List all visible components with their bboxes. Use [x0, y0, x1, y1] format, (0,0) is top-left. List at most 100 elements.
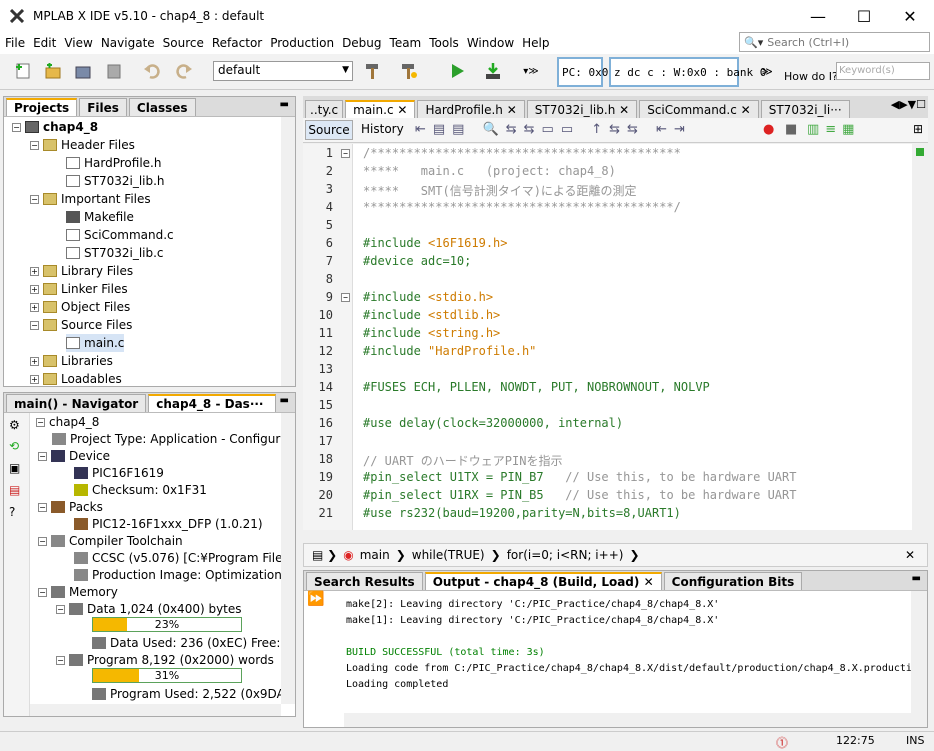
close-tab-icon[interactable]: ✕ [397, 103, 407, 117]
open-project-icon[interactable] [72, 60, 94, 82]
dash-compiler[interactable]: − Compiler Toolchain [38, 532, 183, 550]
minimize-panel-icon[interactable]: ▬ [912, 573, 921, 584]
clean-build-icon[interactable] [398, 60, 420, 82]
dash-project[interactable]: − chap4_8 [36, 413, 99, 431]
fold-icon[interactable]: − [341, 293, 350, 302]
navigator-hscrollbar[interactable] [30, 704, 281, 716]
close-tab-icon[interactable]: ✕ [619, 103, 629, 117]
collapse-icon[interactable]: − [56, 655, 65, 665]
tree-item-st7032i-lib-h[interactable]: ST7032i_lib.h [66, 172, 165, 190]
history-tab[interactable]: History [361, 120, 404, 140]
expand-icon[interactable]: + [30, 374, 39, 384]
chart-tool-icons[interactable]: ▥≡▦ [807, 122, 860, 137]
menu-production[interactable]: Production [266, 36, 338, 50]
collapse-icon[interactable]: − [30, 194, 39, 204]
editor-scrollbar[interactable] [912, 144, 928, 530]
output-scrollbar[interactable] [911, 591, 927, 727]
keywords-input[interactable]: Keyword(s) [836, 62, 930, 80]
dash-memory[interactable]: − Memory [38, 583, 118, 601]
menu-team[interactable]: Team [386, 36, 426, 50]
menu-help[interactable]: Help [518, 36, 553, 50]
configuration-select[interactable]: default ▼ [213, 61, 353, 81]
breadcrumb-while[interactable]: while(TRUE) [412, 548, 485, 562]
tab-classes[interactable]: Classes [128, 98, 196, 116]
breadcrumb-main[interactable]: main [360, 548, 390, 562]
code-editor[interactable]: 1 /**************************************… [303, 144, 928, 530]
tree-item-linker-files[interactable]: + Linker Files [30, 280, 128, 298]
settings-icon[interactable]: ⚙ [9, 418, 20, 432]
tree-item-header-files[interactable]: − Header Files [30, 136, 135, 154]
collapse-icon[interactable]: − [38, 451, 47, 461]
more-icon[interactable]: ▾≫ [520, 60, 542, 82]
source-tab[interactable]: Source [305, 120, 353, 140]
dash-packs[interactable]: − Packs [38, 498, 103, 516]
collapse-icon[interactable]: − [30, 320, 39, 330]
run-icon[interactable] [446, 60, 468, 82]
tree-item-project[interactable]: − chap4_8 [12, 118, 98, 136]
tree-item-library-files[interactable]: + Library Files [30, 262, 133, 280]
record-macro-icon[interactable]: ● [763, 122, 774, 137]
menu-source[interactable]: Source [159, 36, 208, 50]
tree-item-source-files[interactable]: − Source Files [30, 316, 132, 334]
breadcrumb-for[interactable]: for(i=0; i<RN; i++) [507, 548, 624, 562]
tree-item-st7032i-lib-c[interactable]: ST7032i_lib.c [66, 244, 164, 262]
tab-navigator[interactable]: main() - Navigator [6, 394, 147, 412]
projects-scrollbar[interactable] [281, 117, 295, 386]
build-hammer-icon[interactable] [362, 60, 384, 82]
expand-icon[interactable]: + [30, 302, 39, 312]
menu-debug[interactable]: Debug [338, 36, 385, 50]
tab-configuration-bits[interactable]: Configuration Bits [663, 572, 803, 590]
new-file-icon[interactable] [12, 60, 34, 82]
pdf-icon[interactable]: ▤ [9, 483, 20, 497]
redo-icon[interactable] [173, 60, 195, 82]
editor-tab-st7032i-lib-h[interactable]: ST7032i_lib.h ✕ [526, 100, 638, 118]
tab-files[interactable]: Files [79, 98, 127, 116]
dash-data-memory[interactable]: − Data 1,024 (0x400) bytes [56, 600, 242, 618]
menu-refactor[interactable]: Refactor [208, 36, 266, 50]
chip-icon[interactable]: ▣ [9, 461, 20, 475]
editor-tab-hardprofile-h[interactable]: HardProfile.h ✕ [417, 100, 525, 118]
refresh-icon[interactable]: ⟲ [9, 439, 19, 453]
close-project-icon[interactable] [104, 60, 126, 82]
minimize-icon[interactable]: — [795, 0, 841, 32]
menu-view[interactable]: View [60, 36, 96, 50]
close-icon[interactable]: ✕ [905, 548, 915, 562]
menu-window[interactable]: Window [463, 36, 518, 50]
tree-item-important-files[interactable]: − Important Files [30, 190, 151, 208]
tab-output[interactable]: Output - chap4_8 (Build, Load) ✕ [424, 572, 662, 590]
undo-icon[interactable] [141, 60, 163, 82]
close-tab-icon[interactable]: ✕ [644, 575, 654, 589]
tree-item-hardprofile-h[interactable]: HardProfile.h [66, 154, 161, 172]
minimize-panel-icon[interactable]: ▬ [280, 395, 289, 406]
menu-tools[interactable]: Tools [425, 36, 463, 50]
close-tab-icon[interactable]: ✕ [741, 103, 751, 117]
menu-navigate[interactable]: Navigate [97, 36, 159, 50]
editor-tab-scicommand-c[interactable]: SciCommand.c ✕ [639, 100, 759, 118]
new-project-icon[interactable] [42, 60, 64, 82]
dash-program-memory[interactable]: − Program 8,192 (0x2000) words [56, 651, 274, 669]
toolbar-overflow-icon[interactable]: ≫ [756, 60, 778, 82]
close-icon[interactable]: ✕ [887, 0, 933, 32]
collapse-icon[interactable]: − [30, 140, 39, 150]
editor-tab-ty-c[interactable]: ..ty.c [305, 100, 344, 118]
tab-search-results[interactable]: Search Results [306, 572, 423, 590]
tree-item-object-files[interactable]: + Object Files [30, 298, 130, 316]
dash-device[interactable]: − Device [38, 447, 110, 465]
fold-icon[interactable]: − [341, 149, 350, 158]
expand-icon[interactable]: + [30, 284, 39, 294]
collapse-icon[interactable]: − [38, 587, 47, 597]
collapse-icon[interactable]: − [36, 417, 45, 427]
tree-item-scicommand-c[interactable]: SciCommand.c [66, 226, 174, 244]
collapse-icon[interactable]: − [56, 604, 65, 614]
close-tab-icon[interactable]: ✕ [507, 103, 517, 117]
tab-dashboard[interactable]: chap4_8 - Das··· [148, 394, 277, 412]
expand-icon[interactable]: + [30, 356, 39, 366]
output-hscrollbar[interactable] [344, 713, 911, 727]
tree-item-libraries[interactable]: + Libraries [30, 352, 113, 370]
notification-icon[interactable]: ⓵ [776, 734, 788, 751]
editor-tool-icons[interactable]: ⇤▤▤ 🔍⇆⇆▭▭ ↑⇆⇆ ⇤⇥ [415, 122, 692, 137]
search-input[interactable]: 🔍▾ Search (Ctrl+I) [739, 32, 930, 52]
collapse-icon[interactable]: − [38, 502, 47, 512]
split-editor-icon[interactable]: ⊞ [913, 122, 923, 136]
editor-tab-main-c[interactable]: main.c ✕ [345, 100, 416, 118]
